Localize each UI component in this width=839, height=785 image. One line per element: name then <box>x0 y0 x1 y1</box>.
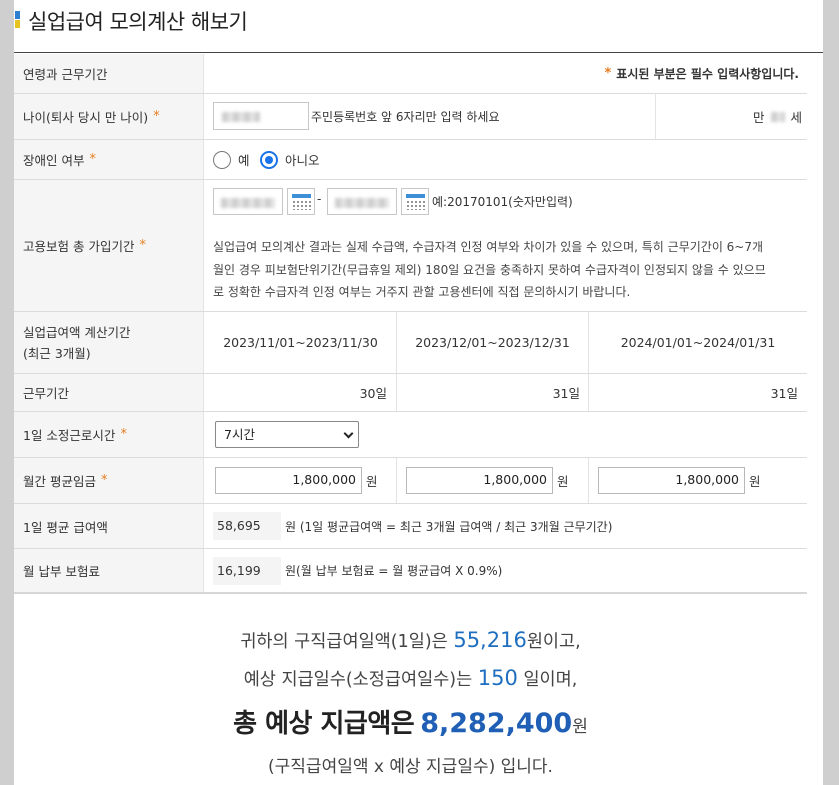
workdays-row: 근무기간 30일 31일 31일 <box>14 374 807 412</box>
premium-note: 원(월 납부 보험료 = 월 평균급여 X 0.9%) <box>285 564 503 578</box>
disability-label: 장애인 여부 * <box>14 140 204 179</box>
notice-text: 실업급여 모의계산 결과는 실제 수급액, 수급자격 인정 여부와 차이가 있을… <box>213 240 766 299</box>
range-separator: - <box>317 192 322 206</box>
total-benefit-value: 8,282,400 <box>420 708 573 739</box>
header-row: 연령과 근무기간 * 표시된 부분은 필수 입력사항입니다. <box>14 54 807 94</box>
result-total: 총 예상 지급액은 8,282,400원 <box>233 708 588 739</box>
wage-input-1[interactable]: 1,800,000 <box>215 467 362 494</box>
period-row: 실업급여액 계산기간 (최근 3개월) 2023/11/01~2023/11/30… <box>14 312 807 374</box>
wage-unit-2: 원 <box>557 474 569 489</box>
wage-input-3[interactable]: 1,800,000 <box>598 467 745 494</box>
disability-yes-radio[interactable] <box>213 151 231 169</box>
page-title: 실업급여 모의계산 해보기 <box>28 10 248 34</box>
period-range-3: 2024/01/01~2024/01/31 <box>620 335 776 350</box>
premium-label: 월 납부 보험료 <box>14 549 204 592</box>
age-label: 나이(퇴사 당시 만 나이) * <box>14 94 204 139</box>
daily-avg-value: 58,695 <box>213 512 281 540</box>
workdays-3: 31일 <box>770 386 798 401</box>
insurance-row: 고용보험 총 가입기간 * - 예:20170101(숫자만입력) 실업급여 모의… <box>14 180 807 312</box>
result-formula: (구직급여일액 x 예상 지급일수) 입니다. <box>268 757 553 777</box>
hours-label: 1일 소정근로시간 * <box>14 412 204 457</box>
workdays-label: 근무기간 <box>14 374 204 411</box>
hours-select[interactable]: 7시간 <box>215 421 359 448</box>
period-range-1: 2023/11/01~2023/11/30 <box>223 335 378 350</box>
disability-no-label: 아니오 <box>285 153 320 168</box>
age-row: 나이(퇴사 당시 만 나이) * 주민등록번호 앞 6자리만 입력 하세요 만 세 <box>14 94 807 140</box>
start-calendar-icon[interactable] <box>287 188 315 215</box>
chevron-down-icon <box>343 428 354 439</box>
title-bar: 실업급여 모의계산 해보기 <box>14 0 823 53</box>
end-calendar-icon[interactable] <box>401 188 429 215</box>
workdays-2: 31일 <box>552 386 580 401</box>
period-range-2: 2023/12/01~2023/12/31 <box>415 335 570 350</box>
workdays-1: 30일 <box>359 386 387 401</box>
hours-row: 1일 소정근로시간 * 7시간 <box>14 412 807 458</box>
start-date-input[interactable] <box>213 188 283 215</box>
age-display: 만 세 <box>753 110 803 125</box>
header-label: 연령과 근무기간 <box>14 54 204 93</box>
calculator-panel: 실업급여 모의계산 해보기 연령과 근무기간 * 표시된 부분은 필수 입력사항입… <box>14 0 823 785</box>
result-daily: 귀하의 구직급여일액(1일)은 55,216원이고, <box>240 628 581 652</box>
end-date-input[interactable] <box>327 188 397 215</box>
premium-row: 월 납부 보험료 16,199 원(월 납부 보험료 = 월 평균급여 X 0.… <box>14 549 807 592</box>
birthdate-input[interactable] <box>213 102 309 130</box>
date-example: 예:20170101(숫자만입력) <box>432 195 573 209</box>
wage-input-2[interactable]: 1,800,000 <box>406 467 553 494</box>
insurance-label: 고용보험 총 가입기간 * <box>14 180 204 311</box>
daily-avg-note: 원 (1일 평균급여액 = 최근 3개월 급여액 / 최근 3개월 근무기간) <box>285 519 613 534</box>
disability-row: 장애인 여부 * 예 아니오 <box>14 140 807 180</box>
benefit-days-value: 150 <box>477 666 518 690</box>
age-hint: 주민등록번호 앞 6자리만 입력 하세요 <box>311 110 500 124</box>
disability-no-radio[interactable] <box>260 151 278 169</box>
period-label: 실업급여액 계산기간 (최근 3개월) <box>14 312 204 373</box>
wage-label: 월간 평균임금 * <box>14 458 204 503</box>
disability-yes-label: 예 <box>238 153 250 168</box>
daily-avg-row: 1일 평균 급여액 58,695 원 (1일 평균급여액 = 최근 3개월 급여… <box>14 504 807 549</box>
wage-unit-3: 원 <box>749 474 761 489</box>
wage-unit-1: 원 <box>366 474 378 489</box>
daily-avg-label: 1일 평균 급여액 <box>14 504 204 548</box>
wage-row: 월간 평균임금 * 1,800,000 원 1,800,000 원 1,800,0… <box>14 458 807 504</box>
title-mark-icon <box>15 11 20 28</box>
premium-value: 16,199 <box>213 557 281 585</box>
result-days: 예상 지급일수(소정급여일수)는 150 일이며, <box>243 666 578 690</box>
daily-benefit-value: 55,216 <box>453 628 527 652</box>
required-note: * 표시된 부분은 필수 입력사항입니다. <box>604 66 799 81</box>
